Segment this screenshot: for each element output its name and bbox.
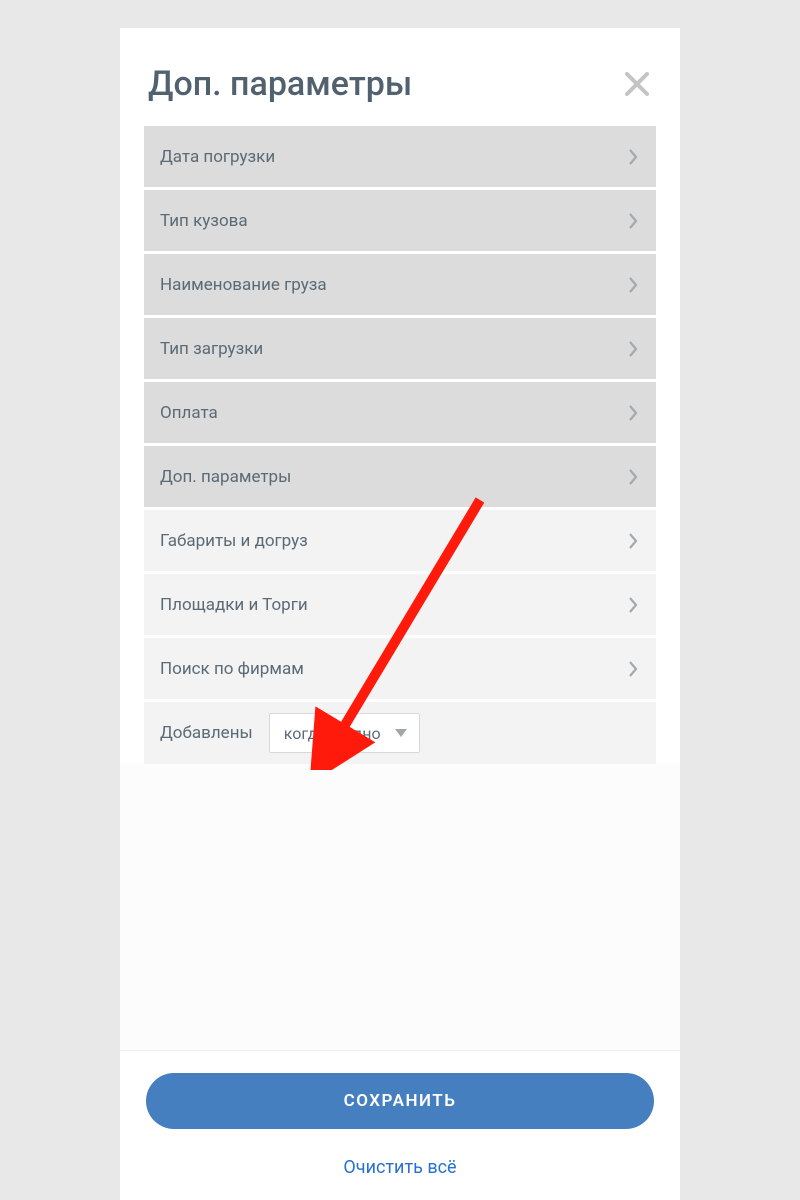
- row-label: Дата погрузки: [160, 147, 275, 167]
- close-icon[interactable]: [622, 69, 652, 99]
- params-list: Дата погрузки Тип кузова Наименование гр…: [120, 126, 680, 764]
- chevron-right-icon: [628, 404, 638, 422]
- row-loading-type[interactable]: Тип загрузки: [144, 318, 656, 382]
- row-platforms-auctions[interactable]: Площадки и Торги: [144, 574, 656, 638]
- added-select[interactable]: когда угодно: [269, 713, 420, 753]
- row-payment[interactable]: Оплата: [144, 382, 656, 446]
- row-label: Поиск по фирмам: [160, 659, 304, 679]
- clear-all-link[interactable]: Очистить всё: [146, 1157, 654, 1178]
- row-label: Наименование груза: [160, 275, 327, 295]
- chevron-right-icon: [628, 340, 638, 358]
- row-dimensions[interactable]: Габариты и догруз: [144, 510, 656, 574]
- additional-params-panel: Доп. параметры Дата погрузки Тип кузова …: [120, 28, 680, 1200]
- chevron-right-icon: [628, 468, 638, 486]
- chevron-right-icon: [628, 532, 638, 550]
- row-loading-date[interactable]: Дата погрузки: [144, 126, 656, 190]
- page-title: Доп. параметры: [148, 64, 412, 104]
- save-button[interactable]: СОХРАНИТЬ: [146, 1073, 654, 1129]
- chevron-right-icon: [628, 212, 638, 230]
- row-label: Тип кузова: [160, 211, 248, 231]
- row-body-type[interactable]: Тип кузова: [144, 190, 656, 254]
- row-label: Оплата: [160, 403, 218, 423]
- chevron-right-icon: [628, 276, 638, 294]
- chevron-down-icon: [395, 729, 407, 737]
- row-label: Площадки и Торги: [160, 595, 308, 615]
- panel-header: Доп. параметры: [120, 28, 680, 126]
- row-label: Тип загрузки: [160, 339, 263, 359]
- panel-footer: СОХРАНИТЬ Очистить всё: [120, 1050, 680, 1200]
- select-value: когда угодно: [284, 724, 381, 743]
- row-additional-params[interactable]: Доп. параметры: [144, 446, 656, 510]
- chevron-right-icon: [628, 148, 638, 166]
- row-added: Добавлены когда угодно: [144, 702, 656, 764]
- chevron-right-icon: [628, 660, 638, 678]
- chevron-right-icon: [628, 596, 638, 614]
- row-cargo-name[interactable]: Наименование груза: [144, 254, 656, 318]
- added-label: Добавлены: [160, 723, 253, 743]
- row-label: Доп. параметры: [160, 467, 291, 487]
- row-label: Габариты и догруз: [160, 531, 308, 551]
- row-search-by-firms[interactable]: Поиск по фирмам: [144, 638, 656, 702]
- spacer: [120, 764, 680, 1050]
